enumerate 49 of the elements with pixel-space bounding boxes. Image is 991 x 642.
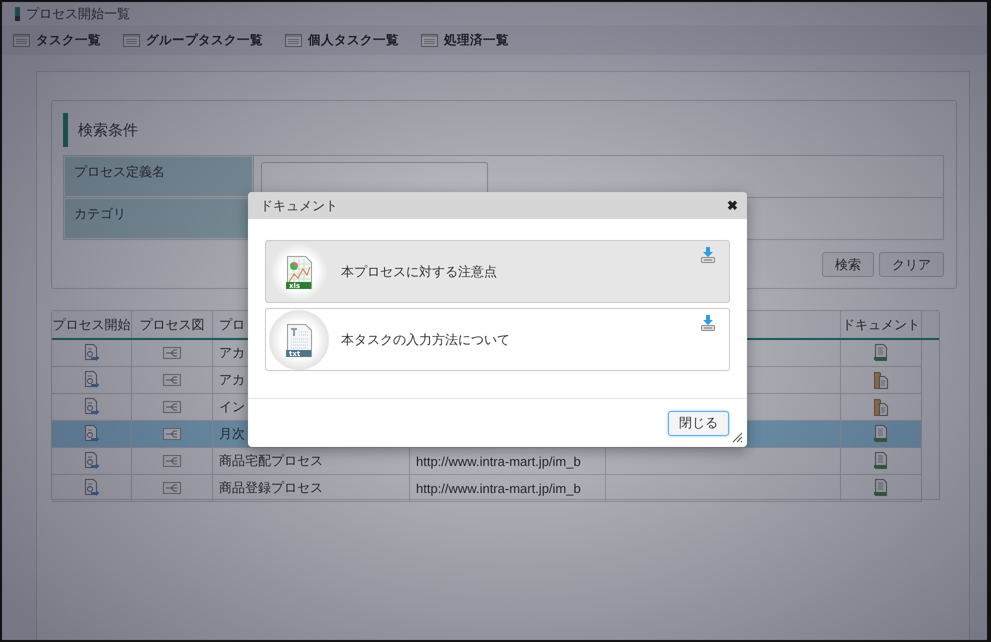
document-icon[interactable] — [874, 452, 888, 470]
list-icon — [123, 34, 140, 46]
dialog-title: ドキュメント — [260, 198, 338, 214]
resize-grip-icon[interactable] — [731, 431, 743, 443]
diagram-icon[interactable] — [163, 374, 181, 386]
search-heading: 検索条件 — [78, 120, 138, 140]
heading-marker — [63, 113, 68, 147]
document-icon[interactable] — [874, 425, 888, 443]
list-icon — [421, 34, 438, 46]
table-row[interactable]: 商品宅配プロセス http://www.intra-mart.jp/im_b — [52, 448, 922, 475]
document-arrow-icon[interactable] — [84, 425, 100, 443]
nav-link[interactable]: 個人タスク一覧 — [285, 32, 399, 48]
nav-link[interactable]: 処理済一覧 — [421, 32, 509, 48]
search-button[interactable]: 検索 — [822, 252, 874, 277]
page-title: プロセス開始一覧 — [26, 6, 130, 22]
diagram-icon[interactable] — [163, 401, 181, 413]
document-icon[interactable] — [874, 479, 888, 497]
diagram-icon[interactable] — [163, 482, 181, 494]
column-header[interactable]: プロセス図 — [132, 311, 213, 338]
diagram-icon[interactable] — [163, 455, 181, 467]
document-arrow-icon[interactable] — [84, 452, 100, 470]
nav-link[interactable]: グループタスク一覧 — [123, 32, 263, 48]
document-arrow-icon[interactable] — [84, 479, 100, 497]
table-cell: http://www.intra-mart.jp/im_b — [410, 475, 606, 501]
table-row[interactable]: 商品登録プロセス http://www.intra-mart.jp/im_b — [52, 475, 922, 502]
close-dialog-button[interactable]: 閉じる — [668, 410, 729, 436]
table-cell: 商品宅配プロセス — [213, 448, 410, 474]
title-marker — [15, 6, 20, 20]
diagram-icon[interactable] — [163, 347, 181, 359]
nav-link[interactable]: タスク一覧 — [13, 32, 101, 48]
document-title: 本プロセスに対する注意点 — [341, 264, 498, 280]
close-button[interactable]: ✖ — [727, 199, 738, 212]
documents-icon[interactable] — [874, 398, 888, 416]
document-icon[interactable] — [874, 344, 888, 362]
list-icon — [13, 34, 30, 46]
download-icon[interactable] — [701, 315, 715, 331]
clear-button[interactable]: クリア — [879, 252, 944, 277]
document-arrow-icon[interactable] — [84, 398, 100, 416]
list-icon — [285, 34, 302, 46]
documents-icon[interactable] — [874, 371, 888, 389]
diagram-icon[interactable] — [163, 428, 181, 440]
table-cell: 商品登録プロセス — [213, 475, 410, 501]
document-arrow-icon[interactable] — [84, 344, 100, 362]
document-arrow-icon[interactable] — [84, 371, 100, 389]
field-label: プロセス定義名 — [64, 156, 253, 197]
table-cell: http://www.intra-mart.jp/im_b — [410, 448, 606, 474]
download-icon[interactable] — [701, 247, 715, 263]
column-header[interactable]: プロセス開始 — [52, 311, 132, 338]
column-header[interactable]: ドキュメント — [841, 311, 922, 338]
